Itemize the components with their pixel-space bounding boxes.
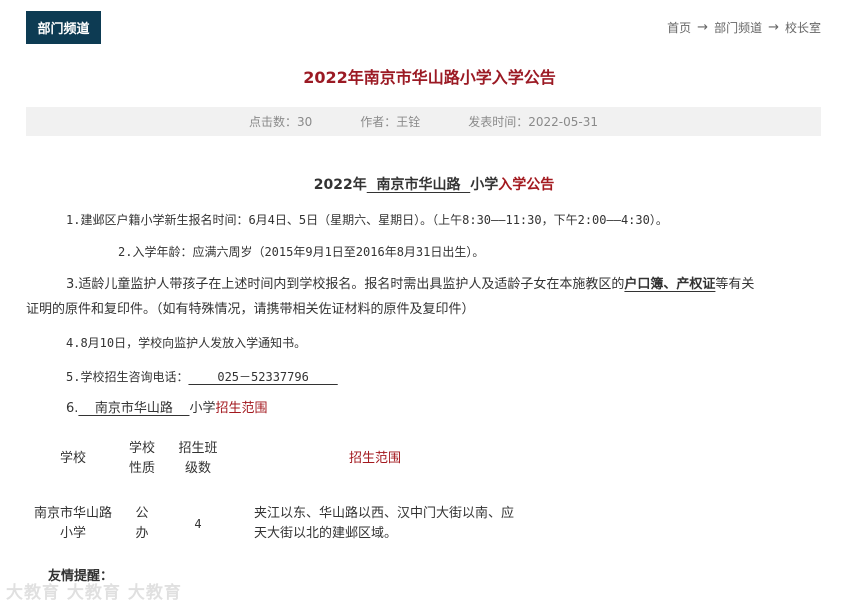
paragraph-3-line-1: 3.适龄儿童监护人带孩子在上述时间内到学校报名。报名时需出具监护人及适龄子女在本… [66, 275, 754, 295]
paragraph-5: 5.学校招生咨询电话： 025－52337796 [66, 367, 338, 387]
publish-date: 发表时间：2022-05-31 [468, 115, 599, 129]
breadcrumb-arrow-icon: → [697, 20, 709, 35]
subhead-tail: 入学公告 [498, 177, 555, 193]
header-school: 学校 [59, 451, 86, 466]
enrollment-table: 学校 学校性质 招生班级数 招生范围 南京市华山路小学 公办 4 夹江以东、华山… [28, 428, 520, 558]
header-school-type: 学校性质 [128, 441, 155, 476]
phone-number: 025－52337796 [188, 370, 338, 384]
paragraph-4: 4.8月10日，学校向监护人发放入学通知书。 [66, 336, 307, 350]
paragraph-6: 6. 南京市华山路 小学招生范围 [66, 399, 268, 419]
breadcrumb: 首页 → 部门频道 → 校长室 [667, 19, 821, 36]
cell-school: 南京市华山路小学 [33, 506, 112, 541]
p3-text-a: 3.适龄儿童监护人带孩子在上述时间内到学校报名。报名时需出具监护人及适龄子女在本… [66, 277, 625, 292]
article-meta: 点击数：30 作者：王铨 发表时间：2022-05-31 [26, 107, 821, 136]
phone-label: 5.学校招生咨询电话： [66, 370, 189, 384]
p6-tail: 招生范围 [215, 401, 268, 416]
header-enrollment-area: 招生范围 [348, 451, 401, 466]
p6-num: 6. [66, 401, 79, 416]
p3-text-c: 等有关 [715, 277, 755, 292]
subhead-year: 2022年 [313, 177, 367, 193]
article-title: 2022年南京市华山路小学入学公告 [303, 68, 556, 87]
watermark-text: 大教育 大教育 大教育 [6, 583, 182, 603]
breadcrumb-principal-office[interactable]: 校长室 [785, 19, 821, 36]
click-count: 点击数：30 [248, 115, 313, 129]
subhead-school: 南京市华山路 [366, 177, 471, 193]
cell-school-type: 公办 [135, 506, 149, 541]
watermark-logo: 大教育 大教育 大教育 [6, 578, 182, 603]
section-tag[interactable]: 部门频道 [26, 11, 101, 44]
paragraph-3-line-2: 证明的原件和复印件。（如有特殊情况，请携带相关佐证材料的原件及复印件） [26, 302, 475, 317]
author: 作者：王铨 [360, 115, 421, 129]
breadcrumb-department[interactable]: 部门频道 [714, 19, 762, 36]
table-row: 南京市华山路小学 公办 4 夹江以东、华山路以西、汉中门大街以南、应天大街以北的… [28, 490, 520, 558]
paragraph-1: 1.建邺区户籍小学新生报名时间：6月4日、5日（星期六、星期日）。（上午8:30… [66, 213, 668, 227]
cell-class-count: 4 [194, 517, 202, 531]
breadcrumb-arrow-icon: → [768, 20, 779, 35]
header-class-count: 招生班级数 [178, 441, 218, 476]
breadcrumb-home[interactable]: 首页 [667, 19, 691, 36]
p6-school: 南京市华山路 [78, 401, 190, 416]
cell-enrollment-area: 夹江以东、华山路以西、汉中门大街以南、应天大街以北的建邺区域。 [254, 506, 515, 541]
subhead-mid: 小学 [470, 177, 499, 193]
p3-documents: 户口簿、产权证 [624, 277, 716, 292]
paragraph-2: 2.入学年龄：应满六周岁（2015年9月1日至2016年8月31日出生）。 [118, 245, 485, 259]
notice-subheading: 2022年 南京市华山路 小学入学公告 [26, 174, 842, 194]
p6-mid: 小学 [189, 401, 216, 416]
table-header-row: 学校 学校性质 招生班级数 招生范围 [28, 428, 520, 490]
